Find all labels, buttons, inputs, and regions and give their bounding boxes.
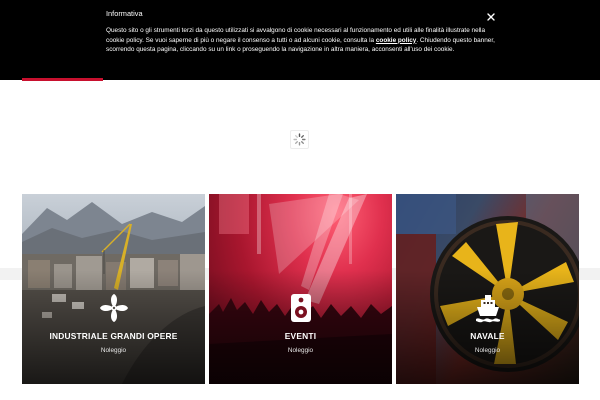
cookie-banner-text: Questo sito o gli strumenti terzi da que…: [106, 26, 495, 55]
loading-spinner: [290, 130, 309, 149]
card-title: INDUSTRIALE GRANDI OPERE: [49, 331, 178, 341]
cookie-banner-title: Informativa: [106, 9, 143, 18]
fan-icon: [97, 291, 131, 325]
card-eventi[interactable]: EVENTI Noleggio: [209, 194, 392, 384]
spinner-icon: [293, 133, 306, 146]
card-title: NAVALE: [470, 331, 505, 341]
card-subtitle: Noleggio: [474, 347, 501, 354]
card-industriale-grandi-opere[interactable]: INDUSTRIALE GRANDI OPERE Noleggio: [22, 194, 205, 384]
card-navale[interactable]: NAVALE Noleggio: [396, 194, 579, 384]
ship-icon: [471, 291, 505, 325]
card-title: EVENTI: [284, 331, 317, 341]
cookie-banner: Informativa Questo sito o gli strumenti …: [0, 0, 600, 80]
accent-bar: [22, 78, 103, 81]
close-icon[interactable]: [485, 10, 497, 22]
card-subtitle: Noleggio: [287, 347, 314, 354]
card-subtitle: Noleggio: [100, 347, 127, 354]
cookie-policy-link[interactable]: cookie policy: [376, 37, 417, 44]
speaker-icon: [284, 291, 318, 325]
